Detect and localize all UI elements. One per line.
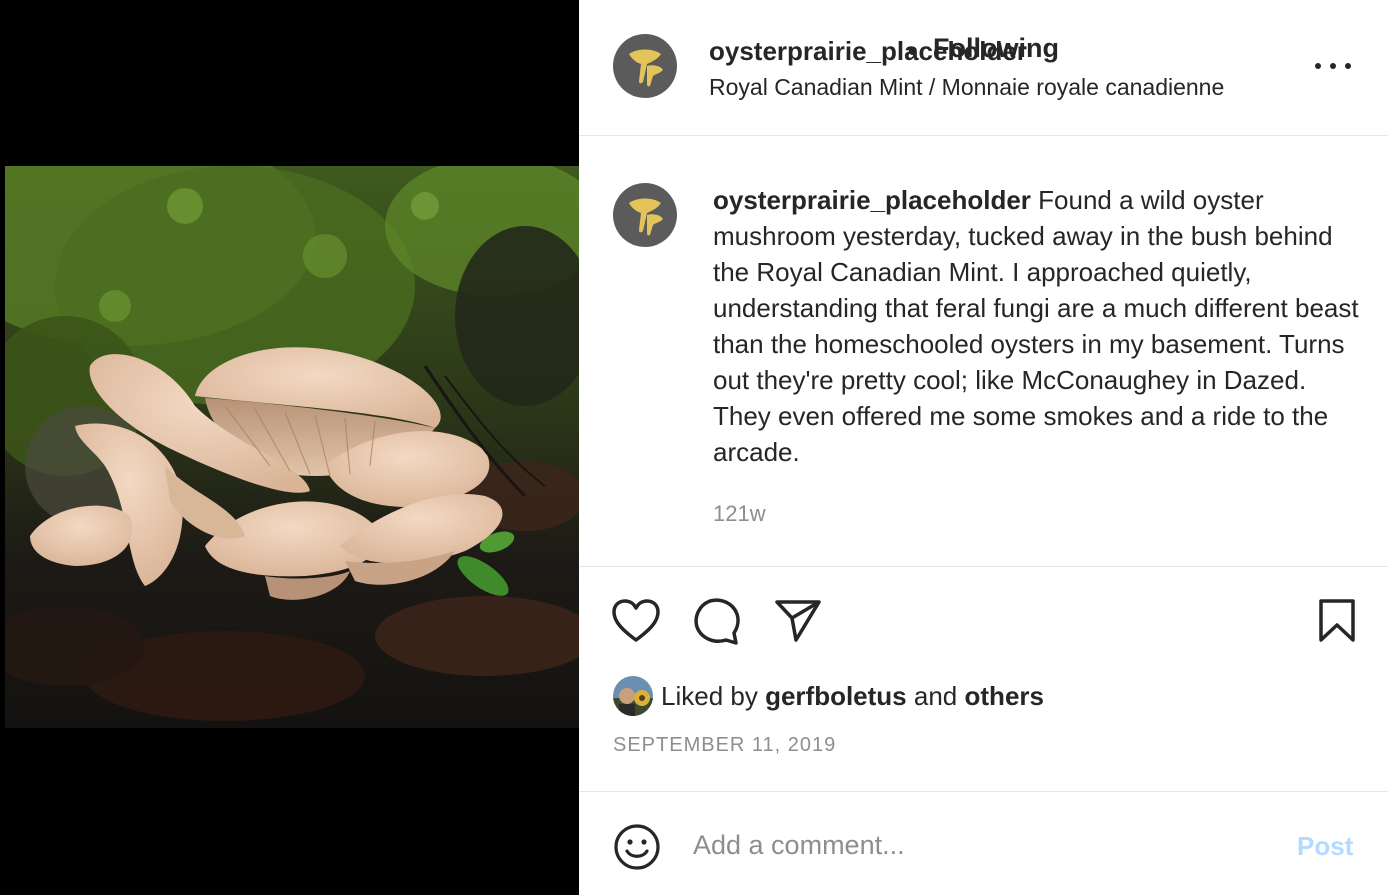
likes-joiner: and (913, 680, 958, 711)
media-pane (0, 0, 579, 895)
post-actions: Liked by gerfboletus and others SEPTEMBE… (579, 568, 1388, 792)
liker-photo (613, 676, 653, 716)
caption-username[interactable]: oysterprairie_placeholder (713, 185, 1031, 215)
heart-icon (612, 599, 660, 642)
post-date[interactable]: SEPTEMBER 11, 2019 (613, 734, 836, 757)
liker-avatar[interactable] (613, 676, 653, 716)
separator-dot: • (908, 36, 918, 66)
more-options-icon (1315, 63, 1321, 69)
save-button[interactable] (1317, 598, 1357, 649)
following-button[interactable]: Following (933, 33, 1059, 64)
author-avatar[interactable] (613, 34, 677, 98)
likes-summary: Liked by gerfboletus and others (613, 676, 1044, 716)
likes-others-link[interactable]: others (965, 681, 1044, 711)
likes-text: Liked by gerfboletus and others (661, 681, 1044, 712)
comment-bar: Post (579, 793, 1388, 895)
more-options-icon-dot (1330, 63, 1336, 69)
post-comment-button[interactable]: Post (1297, 831, 1353, 862)
caption-text: oysterprairie_placeholder Found a wild o… (713, 182, 1363, 470)
post-photo[interactable] (5, 166, 579, 728)
bookmark-icon (1319, 599, 1355, 642)
liker-username[interactable]: gerfboletus (765, 681, 907, 711)
share-button[interactable] (774, 598, 822, 649)
emoji-button[interactable] (613, 823, 661, 876)
oyster-mushroom-photo (5, 166, 579, 728)
caption-block: oysterprairie_placeholder Found a wild o… (579, 137, 1388, 567)
caption-body: Found a wild oyster mushroom yesterday, … (713, 185, 1359, 467)
comment-button[interactable] (692, 596, 742, 651)
paper-plane-icon (775, 600, 821, 642)
mushroom-logo-icon (629, 49, 663, 87)
like-button[interactable] (611, 598, 661, 649)
more-options-icon-dot (1345, 63, 1351, 69)
caption-author-avatar[interactable] (613, 183, 677, 247)
mushroom-logo-icon (629, 198, 663, 236)
liked-by-label: Liked by (661, 680, 758, 711)
comment-icon (694, 598, 740, 645)
post-age[interactable]: 121w (713, 501, 766, 527)
comment-input[interactable] (693, 823, 1253, 867)
post-header: oysterprairie_placeholder • Following Ro… (579, 0, 1388, 136)
post-location[interactable]: Royal Canadian Mint / Monnaie royale can… (709, 74, 1224, 101)
more-options-button[interactable] (1315, 56, 1351, 76)
smiley-icon (614, 824, 660, 870)
post-detail-panel: oysterprairie_placeholder • Following Ro… (579, 0, 1388, 895)
